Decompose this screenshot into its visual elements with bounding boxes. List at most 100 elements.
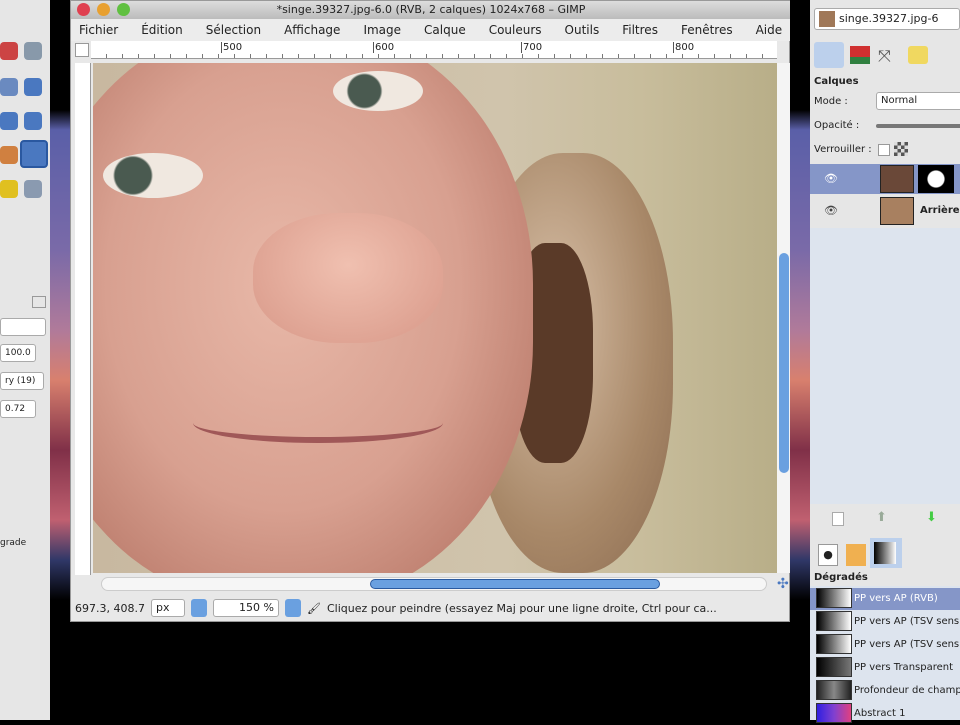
unit-select[interactable]: px [150,599,185,617]
color-tool-icon[interactable] [0,42,18,60]
paths-tab-icon[interactable]: ⤧ [878,46,900,65]
menu-edition[interactable]: Édition [141,23,183,37]
gradient-swatch [816,611,852,631]
dodge-tool-icon[interactable] [0,180,18,198]
gradient-swatch [816,703,852,723]
image-thumbnail [819,11,835,27]
zoom-field[interactable]: 150 % [212,599,279,617]
brushes-tab-icon[interactable]: ● [818,544,838,566]
menu-fichier[interactable]: Fichier [79,23,118,37]
gradient-item[interactable]: Profondeur de champ [810,680,960,702]
menu-affichage[interactable]: Affichage [284,23,340,37]
gradient-item[interactable]: Abstract 1 [810,703,960,725]
ruler-mark: 800 [673,42,695,53]
ruler-mark: 700 [521,42,543,53]
raise-layer-icon[interactable]: ⬆ [876,510,887,525]
layer-mode-select[interactable]: Normal [876,92,960,110]
paintbrush-icon: 🖌 [306,601,321,615]
image-selector[interactable]: singe.39327.jpg-6 [814,8,960,30]
channels-tab-icon[interactable] [850,46,870,64]
gradients-title: Dégradés [814,572,868,583]
horizontal-scrollbar[interactable] [101,577,767,591]
zoom-spinner[interactable] [284,599,301,617]
vertical-scroll-thumb[interactable] [779,253,789,473]
gradients-tab[interactable] [870,538,902,568]
lock-alpha-icon[interactable] [894,142,908,156]
pencil-tool-icon[interactable] [0,146,18,164]
gradient-item[interactable]: PP vers AP (TSV sens... [810,634,960,656]
paintbrush-tool-icon[interactable] [20,140,48,168]
visibility-eye-icon[interactable]: 👁 [824,172,838,185]
undo-tab-icon[interactable] [908,46,928,64]
image-window: *singe.39327.jpg-6.0 (RVB, 2 calques) 10… [70,0,791,622]
window-title: *singe.39327.jpg-6.0 (RVB, 2 calques) 10… [276,3,586,16]
left-eye [103,153,203,198]
gradient-name: PP vers AP (TSV sens... [854,639,960,650]
gradient-item[interactable]: PP vers AP (RVB) [810,588,960,610]
quick-mask-button[interactable] [75,43,89,57]
status-bar: 697.3, 408.7 px 150 % 🖌 Cliquez pour pei… [71,597,791,619]
gradient-name: PP vers Transparent [854,662,954,673]
unit-spinner[interactable] [190,599,207,617]
shear-tool-icon[interactable] [0,112,18,130]
menu-calque[interactable]: Calque [424,23,466,37]
gradient-swatch [816,680,852,700]
menu-bar: Fichier Édition Sélection Affichage Imag… [71,19,791,41]
menu-fenetres[interactable]: Fenêtres [681,23,733,37]
lock-label: Verrouiller : [814,144,872,155]
patterns-tab-icon[interactable] [846,544,866,566]
menu-selection[interactable]: Sélection [206,23,261,37]
smudge-tool-icon[interactable] [24,180,42,198]
pointer-coordinates: 697.3, 408.7 [75,601,145,615]
horizontal-scroll-thumb[interactable] [370,579,660,589]
opacity-slider[interactable] [876,124,960,128]
mode-select[interactable] [0,318,46,336]
gradient-swatch [816,634,852,654]
menu-filtres[interactable]: Filtres [622,23,658,37]
menu-image[interactable]: Image [363,23,401,37]
layer-row[interactable]: 👁 Arrière-plan [810,196,960,226]
mode-label: Mode : [814,96,848,107]
clone-tool-icon[interactable] [24,42,42,60]
close-window-button[interactable] [77,3,90,16]
minimize-button[interactable] [97,3,110,16]
close-icon[interactable] [32,296,46,308]
status-message: Cliquez pour peindre (essayez Maj pour u… [326,601,717,615]
visibility-eye-icon[interactable]: 👁 [824,204,838,217]
vertical-scrollbar[interactable] [777,63,791,573]
right-eye [333,71,423,111]
menu-couleurs[interactable]: Couleurs [489,23,542,37]
opacity-field[interactable]: 100.0 [0,344,36,362]
layer-thumbnail [880,165,914,193]
toolbox: 100.0 ry (19) 0.72 grade [0,0,50,720]
gradient-name: Abstract 1 [854,708,906,719]
text-tool-icon[interactable] [0,78,18,96]
menu-aide[interactable]: Aide [756,23,783,37]
layer-mask-thumbnail [918,165,954,193]
lock-pixels-checkbox[interactable] [878,144,890,156]
brush-field[interactable]: ry (19) [0,372,44,390]
scale-field[interactable]: 0.72 [0,400,36,418]
new-layer-icon[interactable] [832,512,844,526]
layers-list-empty [810,228,960,504]
perspective-tool-icon[interactable] [24,112,42,130]
layers-tab-icon[interactable] [814,42,844,68]
image-canvas[interactable] [93,63,777,573]
gradients-list: PP vers AP (RVB) PP vers AP (TSV sens...… [810,586,960,723]
menu-outils[interactable]: Outils [565,23,600,37]
ruler-mark: 600 [373,42,395,53]
gradient-item[interactable]: PP vers AP (TSV sens... [810,611,960,633]
navigate-icon[interactable]: ✣ [777,577,791,591]
nose [253,213,443,343]
layer-row[interactable]: 👁 [810,164,960,194]
desktop-background [50,0,70,720]
layers-dock: singe.39327.jpg-6 ⤧ Calques Mode : Norma… [810,0,960,723]
gradient-swatch [816,588,852,608]
lower-layer-icon[interactable]: ⬇ [926,510,937,525]
move-tool-icon[interactable] [24,78,42,96]
mouth [193,403,443,443]
ruler-mark: 500 [221,42,243,53]
maximize-button[interactable] [117,3,130,16]
gradient-item[interactable]: PP vers Transparent [810,657,960,679]
gradient-name: PP vers AP (TSV sens... [854,616,960,627]
